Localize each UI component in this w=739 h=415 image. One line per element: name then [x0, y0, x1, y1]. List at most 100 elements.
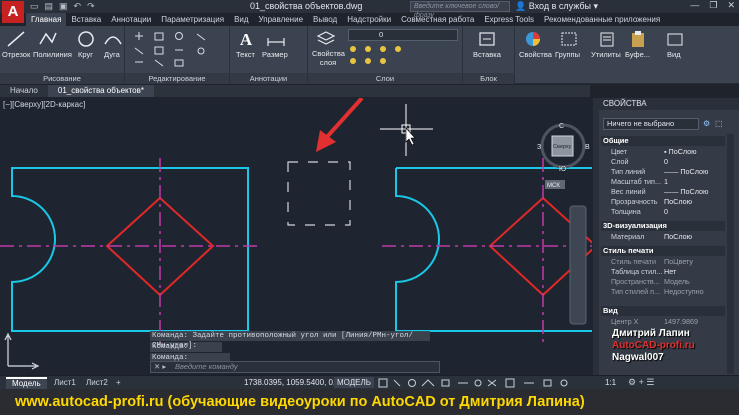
- prop-row[interactable]: Тип линий —— ПоСлою: [601, 167, 725, 177]
- ribbon-tabs: Главная Вставка Аннотации Параметризация…: [26, 13, 665, 26]
- modify-group-label[interactable]: Редактирование: [125, 73, 229, 84]
- annotation-group: A Текст Размер Аннотации: [230, 26, 308, 84]
- selection-dropdown[interactable]: Ничего не выбрано: [603, 118, 699, 130]
- tab-insert[interactable]: Вставка: [66, 13, 106, 26]
- layer-dropdown[interactable]: 0: [348, 29, 458, 41]
- search-input[interactable]: Введите ключевое слово/фразу: [410, 1, 510, 19]
- signin-button[interactable]: 👤 Вход в службы ▾: [515, 1, 598, 12]
- file-tab-start[interactable]: Начало: [0, 85, 48, 97]
- select-objects-icon[interactable]: ⬚: [715, 119, 723, 128]
- view-icon[interactable]: [665, 30, 685, 48]
- prop-key: Таблица стил...: [611, 267, 663, 276]
- tab-output[interactable]: Вывод: [308, 13, 342, 26]
- prop-row[interactable]: Центр X 1497.9869: [601, 317, 725, 327]
- arc-icon[interactable]: [103, 30, 123, 48]
- prop-row[interactable]: Материал ПоСлою: [601, 232, 725, 242]
- text-tool-label[interactable]: Текст: [236, 50, 255, 59]
- prop-value: ПоСлою: [664, 232, 693, 241]
- tab-home[interactable]: Главная: [26, 13, 67, 26]
- draw-group-label[interactable]: Рисование: [0, 73, 124, 84]
- tab-addins[interactable]: Надстройки: [342, 13, 396, 26]
- groups-icon[interactable]: [559, 30, 579, 48]
- section-3d-visualization[interactable]: 3D-визуализация: [601, 221, 725, 231]
- line-tool-label[interactable]: Отрезок: [2, 50, 30, 59]
- prop-row[interactable]: Прозрачность ПоСлою: [601, 197, 725, 207]
- section-general[interactable]: Общие: [601, 136, 725, 146]
- add-layout-icon[interactable]: +: [110, 377, 127, 389]
- circle-tool-label[interactable]: Круг: [78, 50, 93, 59]
- command-input[interactable]: ✕ ▸ Введите команду: [150, 361, 440, 373]
- section-plot-style[interactable]: Стиль печати: [601, 246, 725, 256]
- prop-row[interactable]: Слой 0: [601, 157, 725, 167]
- layers-group-label[interactable]: Слои: [308, 73, 462, 84]
- prop-row[interactable]: Тип стилей п... Недоступно: [601, 287, 725, 297]
- quick-select-icon[interactable]: ⚙: [703, 119, 710, 128]
- open-file-icon[interactable]: ▤: [45, 1, 54, 12]
- save-icon[interactable]: ▣: [59, 1, 68, 12]
- tab-annotate[interactable]: Аннотации: [106, 13, 156, 26]
- line-icon[interactable]: [6, 30, 26, 48]
- tab-manage[interactable]: Управление: [254, 13, 308, 26]
- annotation-scale[interactable]: 1:1: [605, 378, 616, 387]
- polyline-tool-label[interactable]: Полилиния: [33, 50, 72, 59]
- close-icon[interactable]: ✕: [727, 0, 735, 11]
- prop-row[interactable]: Стиль печати ПоЦвету: [601, 257, 725, 267]
- properties-icon[interactable]: [523, 30, 543, 48]
- insert-block-icon[interactable]: [477, 30, 497, 48]
- prop-row[interactable]: Цвет ▪ ПоСлою: [601, 147, 725, 157]
- file-tab-current[interactable]: 01_свойства объектов*: [47, 85, 154, 97]
- dimension-tool-label[interactable]: Размер: [262, 50, 288, 59]
- layout-tab-sheet1[interactable]: Лист1: [48, 377, 82, 389]
- layout-tab-model[interactable]: Модель: [6, 377, 47, 389]
- annotation-group-label[interactable]: Аннотации: [230, 73, 307, 84]
- application-menu-logo[interactable]: A: [2, 1, 24, 23]
- tab-view[interactable]: Вид: [229, 13, 253, 26]
- title-bar: ▭ ▤ ▣ ↶ ↷ 01_свойства объектов.dwg Введи…: [0, 0, 739, 19]
- undo-icon[interactable]: ↶: [74, 1, 82, 12]
- prop-row[interactable]: Пространств... Модель: [601, 277, 725, 287]
- insert-block-label[interactable]: Вставка: [473, 50, 501, 59]
- prop-key: Прозрачность: [611, 197, 658, 206]
- redo-icon[interactable]: ↷: [87, 1, 95, 12]
- section-view[interactable]: Вид: [601, 306, 725, 316]
- layer-properties-label[interactable]: Свойства слоя: [312, 49, 345, 67]
- modify-group: Редактирование: [125, 26, 230, 84]
- palette-strip[interactable]: [593, 98, 599, 382]
- text-icon[interactable]: A: [236, 30, 256, 49]
- tab-parametric[interactable]: Параметризация: [156, 13, 229, 26]
- view-tool-label[interactable]: Вид: [667, 50, 681, 59]
- tab-collaborate[interactable]: Совместная работа: [396, 13, 479, 26]
- command-history: Команда: Задайте противоположный угол ил…: [150, 331, 430, 372]
- tab-express-tools[interactable]: Express Tools: [479, 13, 539, 26]
- drafting-toggles-icons[interactable]: [378, 378, 598, 388]
- clipboard-tool-label[interactable]: Буфе...: [625, 50, 650, 59]
- arc-tool-label[interactable]: Дуга: [104, 50, 120, 59]
- prop-row[interactable]: Толщина 0: [601, 207, 725, 217]
- modify-tools-icons[interactable]: [131, 32, 223, 68]
- close-command-icon[interactable]: ✕ ▸: [154, 362, 166, 372]
- new-file-icon[interactable]: ▭: [30, 1, 39, 12]
- model-space-button[interactable]: МОДЕЛЬ: [334, 377, 374, 388]
- clipboard-icon[interactable]: [628, 30, 648, 48]
- layer-tools-icons[interactable]: [348, 44, 458, 68]
- prop-row[interactable]: Таблица стил... Нет: [601, 267, 725, 277]
- dimension-icon[interactable]: [266, 30, 286, 48]
- groups-tool-label[interactable]: Группы: [555, 50, 580, 59]
- properties-tool-label[interactable]: Свойства: [519, 50, 552, 59]
- prop-row[interactable]: Масштаб тип... 1: [601, 177, 725, 187]
- maximize-icon[interactable]: ❐: [709, 0, 717, 11]
- tab-featured-apps[interactable]: Рекомендованные приложения: [539, 13, 665, 26]
- block-group-label[interactable]: Блок: [463, 73, 514, 84]
- workspace-gear-icon[interactable]: ⚙ + ☰: [628, 377, 654, 388]
- prop-row[interactable]: Вес линий —— ПоСлою: [601, 187, 725, 197]
- polyline-icon[interactable]: [38, 30, 58, 48]
- utilities-tool-label[interactable]: Утилиты: [591, 50, 621, 59]
- palette-scrollbar[interactable]: [727, 134, 734, 374]
- command-history-line: Команда: Задайте противоположный угол ил…: [150, 331, 430, 350]
- minimize-icon[interactable]: —: [690, 0, 699, 11]
- circle-icon[interactable]: [76, 30, 96, 48]
- layer-properties-icon[interactable]: [316, 30, 336, 48]
- utilities-icon[interactable]: [597, 30, 617, 48]
- layout-tab-sheet2[interactable]: Лист2: [80, 377, 114, 389]
- viewport-controls-label[interactable]: [−][Сверху][2D-каркас]: [3, 100, 85, 109]
